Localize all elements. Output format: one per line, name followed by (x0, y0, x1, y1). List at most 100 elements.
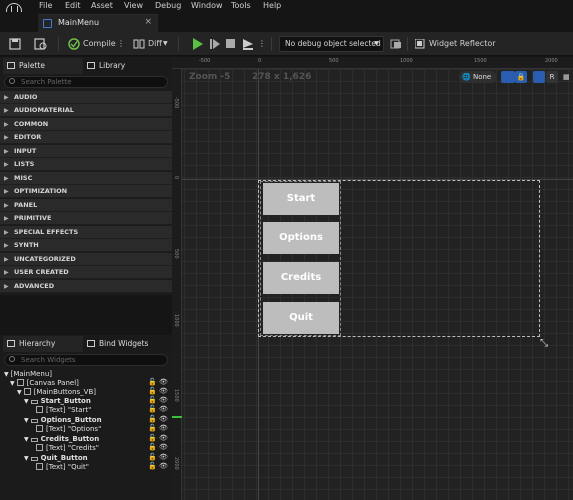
localization-preview-button[interactable]: 🌐 None (459, 71, 497, 83)
close-icon[interactable]: × (144, 17, 152, 27)
ruler-vertical[interactable]: -500 0 500 1000 1500 2000 (172, 69, 182, 500)
layout-icon[interactable] (533, 71, 545, 83)
palette-category[interactable]: ▶ OPTIMIZATION (0, 185, 172, 198)
menu-debug[interactable]: Debug (155, 0, 181, 11)
tree-row-options-text[interactable]: [Text] "Options" (36, 425, 101, 434)
menu-view[interactable]: View (124, 0, 143, 11)
palette-category[interactable]: ▶ COMMON (0, 118, 172, 131)
panel-splitter[interactable] (0, 295, 172, 335)
palette-category[interactable]: ▶ ADVANCED (0, 280, 172, 293)
eye-icon[interactable]: 👁 (159, 378, 168, 386)
diff-button[interactable]: Diff (148, 36, 162, 52)
start-button[interactable]: Start (263, 183, 339, 215)
tree-row-canvas-panel[interactable]: ▼ [Canvas Panel] (10, 379, 79, 388)
eye-icon[interactable]: 👁 (159, 443, 168, 451)
menu-asset[interactable]: Asset (91, 0, 113, 11)
compile-icon[interactable] (68, 38, 80, 50)
browse-icon[interactable] (34, 38, 47, 50)
lock-icon[interactable]: 🔓 (148, 415, 157, 423)
tree-row-quit-text[interactable]: [Text] "Quit" (36, 463, 89, 472)
play-options-icon[interactable]: ⋮ (258, 36, 266, 52)
lock-icon[interactable]: 🔓 (148, 405, 157, 413)
eye-icon[interactable]: 👁 (159, 434, 168, 442)
lock-icon[interactable]: 🔒 (515, 71, 527, 83)
widget-search-input[interactable]: Search Widgets (4, 354, 168, 366)
tree-row-mainbuttons-vb[interactable]: ▼ [MainButtons_VB] (17, 388, 96, 397)
lock-icon[interactable]: 🔓 (148, 443, 157, 451)
eye-icon[interactable]: 👁 (159, 405, 168, 413)
palette-category[interactable]: ▶ SPECIAL EFFECTS (0, 226, 172, 239)
palette-category[interactable]: ▶ LISTS (0, 158, 172, 171)
menu-file[interactable]: File (39, 0, 52, 11)
play-icon[interactable] (193, 38, 203, 50)
menu-edit[interactable]: Edit (65, 0, 81, 11)
palette-category[interactable]: ▶ USER CREATED (0, 266, 172, 279)
tab-palette[interactable]: Palette (3, 58, 83, 74)
lock-icon[interactable]: 🔓 (148, 462, 157, 470)
palette-category[interactable]: ▶ INPUT (0, 145, 172, 158)
tab-hierarchy[interactable]: Hierarchy (3, 336, 83, 352)
lock-icon[interactable]: 🔓 (148, 434, 157, 442)
compile-options-icon[interactable]: ⋮ (117, 36, 125, 52)
ruler-tick-label: 2000 (173, 457, 179, 470)
palette-category[interactable]: ▶ UNCATEGORIZED (0, 253, 172, 266)
diff-icon[interactable] (133, 38, 145, 50)
stop-icon[interactable] (226, 39, 236, 49)
widget-reflector-button[interactable]: Widget Reflector (429, 36, 496, 52)
search-icon (9, 356, 15, 362)
tab-mainmenu[interactable]: MainMenu × (38, 14, 158, 32)
credits-button[interactable]: Credits (263, 262, 339, 294)
lock-icon[interactable]: 🔓 (148, 453, 157, 461)
tree-row-options-button[interactable]: ▼ Options_Button (24, 416, 102, 425)
save-icon[interactable] (9, 38, 21, 50)
category-label: PANEL (14, 201, 38, 209)
menu-help[interactable]: Help (263, 0, 281, 11)
widget-reflector-icon[interactable] (415, 39, 425, 49)
compile-button[interactable]: Compile (83, 36, 116, 52)
eye-icon[interactable]: 👁 (159, 462, 168, 470)
eye-icon[interactable]: 👁 (159, 424, 168, 432)
eye-icon[interactable]: 👁 (159, 415, 168, 423)
tree-row-start-text[interactable]: [Text] "Start" (36, 406, 91, 415)
menu-window[interactable]: Window (191, 0, 223, 11)
eye-icon[interactable]: 👁 (159, 387, 168, 395)
palette-category[interactable]: ▶ EDITOR (0, 131, 172, 144)
ruler-horizontal[interactable]: -500 0 500 1000 1500 2000 (172, 57, 573, 69)
caret-right-icon: ▶ (4, 148, 9, 155)
eject-icon[interactable] (242, 38, 254, 50)
palette-search-input[interactable]: Search Palette (4, 76, 168, 88)
respect-locks-button[interactable]: R (546, 71, 558, 83)
ruler-tick-label: 1000 (400, 58, 413, 64)
lock-icon[interactable]: 🔓 (148, 424, 157, 432)
debug-object-label: No debug object selected (285, 39, 381, 48)
tab-library[interactable]: Library (87, 58, 125, 74)
palette-category[interactable]: ▶ AUDIO (0, 91, 172, 104)
chevron-down-icon[interactable]: ▼ (163, 36, 168, 52)
lock-icon[interactable]: 🔓 (148, 378, 157, 386)
settings-icon[interactable]: ▦ (563, 71, 573, 83)
debug-object-select[interactable]: No debug object selected ▼ (279, 36, 384, 52)
lock-icon[interactable]: 🔓 (148, 396, 157, 404)
tab-palette-label: Palette (19, 61, 45, 70)
eye-icon[interactable]: 👁 (159, 396, 168, 404)
tree-row-credits-button[interactable]: ▼ Credits_Button (24, 435, 99, 444)
resize-handle-icon[interactable]: ⤡ (540, 338, 548, 349)
palette-category[interactable]: ▶ PANEL (0, 199, 172, 212)
palette-category[interactable]: ▶ AUDIOMATERIAL (0, 104, 172, 117)
grid-snap-toggle[interactable] (501, 71, 515, 83)
palette-category[interactable]: ▶ MISC (0, 172, 172, 185)
tree-row-mainmenu[interactable]: ▼ [MainMenu] (4, 370, 52, 379)
palette-category[interactable]: ▶ PRIMITIVE (0, 212, 172, 225)
palette-category[interactable]: ▶ SYNTH (0, 239, 172, 252)
step-icon[interactable] (209, 38, 221, 50)
menu-tools[interactable]: Tools (231, 0, 251, 11)
tab-bind-widgets[interactable]: Bind Widgets (87, 336, 148, 352)
options-button[interactable]: Options (263, 222, 339, 254)
tree-row-start-button[interactable]: ▼ Start_Button (24, 397, 91, 406)
tree-row-quit-button[interactable]: ▼ Quit_Button (24, 454, 88, 463)
tree-row-credits-text[interactable]: [Text] "Credits" (36, 444, 99, 453)
lock-icon[interactable]: 🔓 (148, 387, 157, 395)
debug-filter-icon[interactable] (390, 39, 402, 49)
eye-icon[interactable]: 👁 (159, 453, 168, 461)
quit-button[interactable]: Quit (263, 302, 339, 334)
